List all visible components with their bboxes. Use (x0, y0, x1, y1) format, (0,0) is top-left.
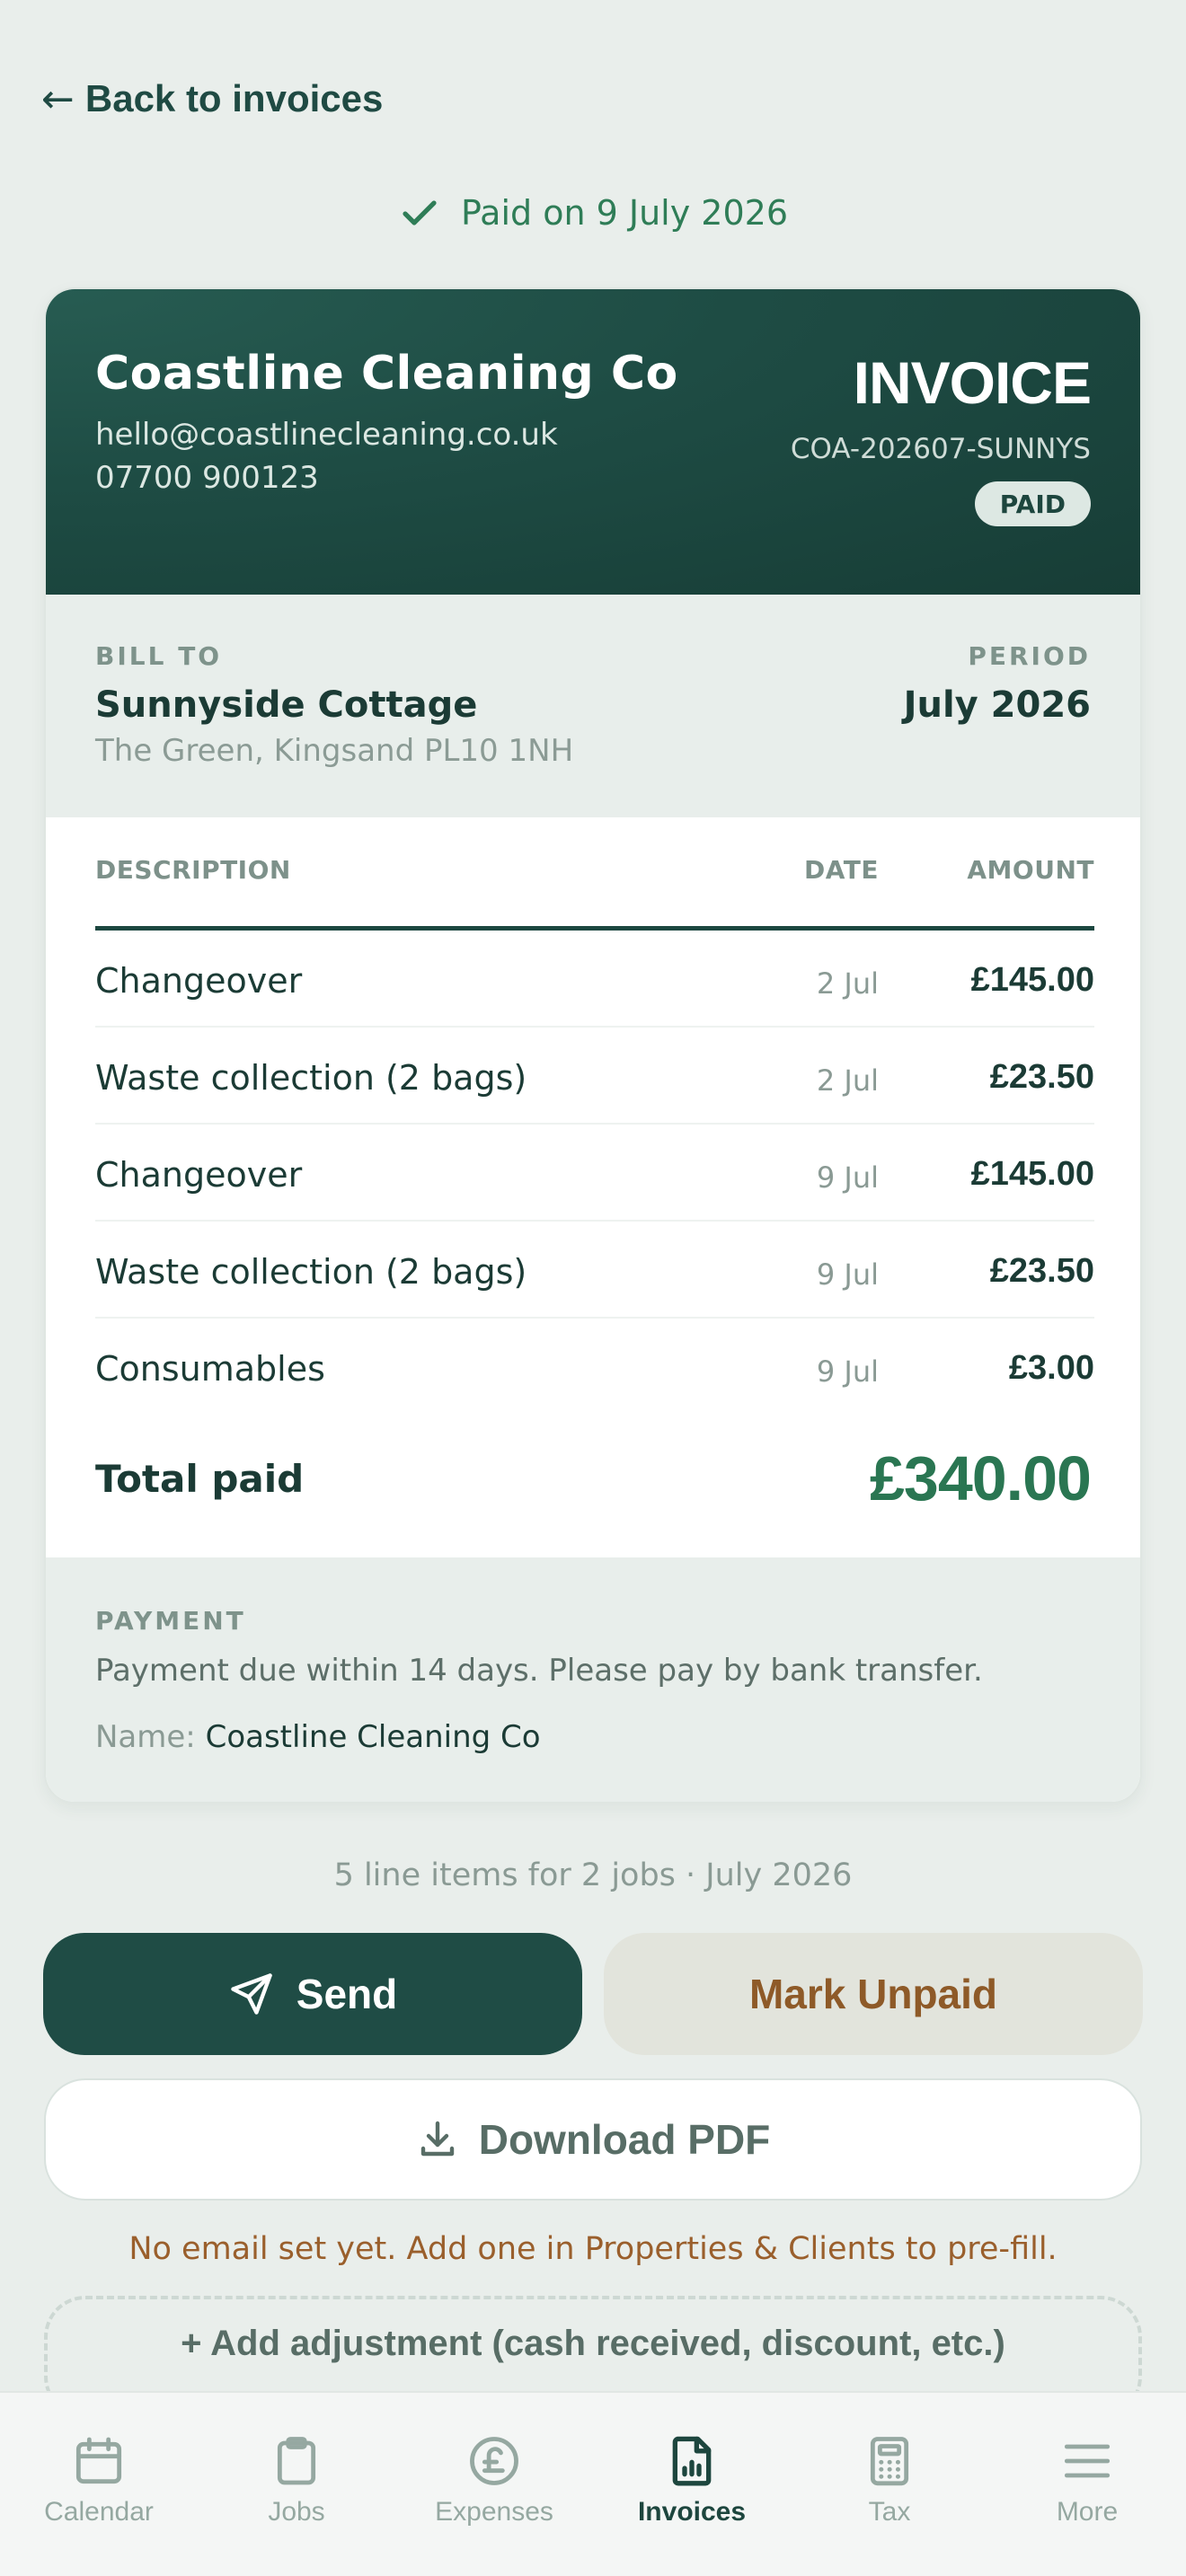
business-phone: 07700 900123 (95, 460, 319, 496)
table-row: Waste collection (2 bags) 2 Jul £23.50 (95, 1028, 1094, 1125)
tab-label: Tax (868, 2497, 911, 2527)
send-icon (231, 1973, 272, 2015)
period-label: PERIOD (968, 641, 1091, 671)
back-to-invoices-link[interactable]: ← Back to invoices (41, 72, 383, 126)
line-amount: £23.50 (989, 1058, 1094, 1096)
payment-note: Payment due within 14 days. Please pay b… (95, 1653, 983, 1689)
tab-label: Invoices (637, 2497, 747, 2527)
line-date: 9 Jul (816, 1354, 879, 1389)
column-header-date: DATE (804, 855, 879, 885)
send-button[interactable]: Send (43, 1933, 582, 2055)
paid-status-text: Paid on 9 July 2026 (460, 193, 789, 233)
back-arrow-icon: ← (41, 75, 75, 122)
invoice-number: COA-202607-SUNNYS (790, 433, 1091, 465)
line-date: 9 Jul (816, 1160, 879, 1195)
tab-more[interactable]: More (988, 2393, 1186, 2576)
line-description: Waste collection (2 bags) (95, 1252, 527, 1292)
payment-name-label: Name: (95, 1719, 196, 1755)
business-name: Coastline Cleaning Co (95, 347, 678, 401)
bill-to-section: BILL TO Sunnyside Cottage The Green, Kin… (46, 595, 1140, 817)
paid-badge: PAID (974, 481, 1091, 526)
invoice-title: INVOICE (853, 349, 1092, 416)
tab-label: Expenses (435, 2497, 553, 2527)
tab-label: Jobs (268, 2497, 325, 2527)
paid-status-banner: Paid on 9 July 2026 (0, 185, 1186, 241)
invoice-icon (672, 2436, 712, 2486)
payment-name-row: Name: Coastline Cleaning Co (95, 1719, 541, 1755)
calendar-icon (75, 2437, 122, 2484)
check-icon (403, 200, 437, 225)
tab-jobs[interactable]: Jobs (198, 2393, 395, 2576)
bottom-tab-bar: Calendar Jobs Expenses Invoices Tax More (0, 2391, 1186, 2576)
calculator-icon (870, 2437, 909, 2486)
line-date: 2 Jul (816, 1063, 879, 1098)
table-header: DESCRIPTION DATE AMOUNT (95, 817, 1094, 931)
tab-label: Calendar (44, 2497, 154, 2527)
line-date: 9 Jul (816, 1257, 879, 1292)
mark-unpaid-button[interactable]: Mark Unpaid (604, 1933, 1143, 2055)
column-header-amount: AMOUNT (967, 855, 1094, 885)
bill-to-label: BILL TO (95, 641, 223, 671)
tab-invoices[interactable]: Invoices (593, 2393, 791, 2576)
column-header-description: DESCRIPTION (95, 855, 291, 885)
pound-icon (470, 2437, 518, 2485)
payment-label: PAYMENT (95, 1606, 246, 1636)
business-email: hello@coastlinecleaning.co.uk (95, 417, 558, 453)
line-amount: £3.00 (1008, 1349, 1094, 1387)
download-pdf-button[interactable]: Download PDF (44, 2078, 1142, 2201)
download-icon (420, 2121, 454, 2157)
table-row: Consumables 9 Jul £3.00 (95, 1319, 1094, 1416)
table-row: Changeover 9 Jul £145.00 (95, 1125, 1094, 1222)
line-description: Waste collection (2 bags) (95, 1058, 527, 1098)
back-label: Back to invoices (84, 77, 384, 119)
clipboard-icon (277, 2437, 316, 2485)
invoice-summary: 5 line items for 2 jobs · July 2026 (333, 1857, 853, 1893)
tab-calendar[interactable]: Calendar (0, 2393, 198, 2576)
menu-icon (1064, 2444, 1111, 2478)
send-label: Send (296, 1971, 398, 2017)
line-description: Changeover (95, 961, 303, 1001)
line-amount: £145.00 (970, 961, 1094, 999)
line-amount: £23.50 (989, 1252, 1094, 1290)
payment-name-value: Coastline Cleaning Co (205, 1719, 541, 1755)
total-amount: £340.00 (869, 1443, 1092, 1513)
line-date: 2 Jul (816, 966, 879, 1001)
payment-section: PAYMENT Payment due within 14 days. Plea… (46, 1557, 1140, 1802)
period-value: July 2026 (903, 684, 1091, 726)
tab-expenses[interactable]: Expenses (395, 2393, 593, 2576)
invoice-card: Coastline Cleaning Co hello@coastlinecle… (44, 287, 1142, 1804)
table-row: Waste collection (2 bags) 9 Jul £23.50 (95, 1222, 1094, 1319)
download-pdf-label: Download PDF (478, 2116, 771, 2163)
line-description: Consumables (95, 1349, 325, 1389)
total-label: Total paid (95, 1457, 305, 1501)
invoice-header: Coastline Cleaning Co hello@coastlinecle… (46, 289, 1140, 595)
line-amount: £145.00 (970, 1155, 1094, 1193)
email-missing-note: No email set yet. Add one in Properties … (128, 2231, 1058, 2267)
client-name: Sunnyside Cottage (95, 684, 478, 726)
tab-label: More (1056, 2497, 1119, 2527)
client-address: The Green, Kingsand PL10 1NH (95, 733, 574, 769)
table-row: Changeover 2 Jul £145.00 (95, 931, 1094, 1028)
line-description: Changeover (95, 1155, 303, 1195)
line-items-table: DESCRIPTION DATE AMOUNT Changeover 2 Jul… (95, 817, 1094, 1416)
tab-tax[interactable]: Tax (791, 2393, 988, 2576)
